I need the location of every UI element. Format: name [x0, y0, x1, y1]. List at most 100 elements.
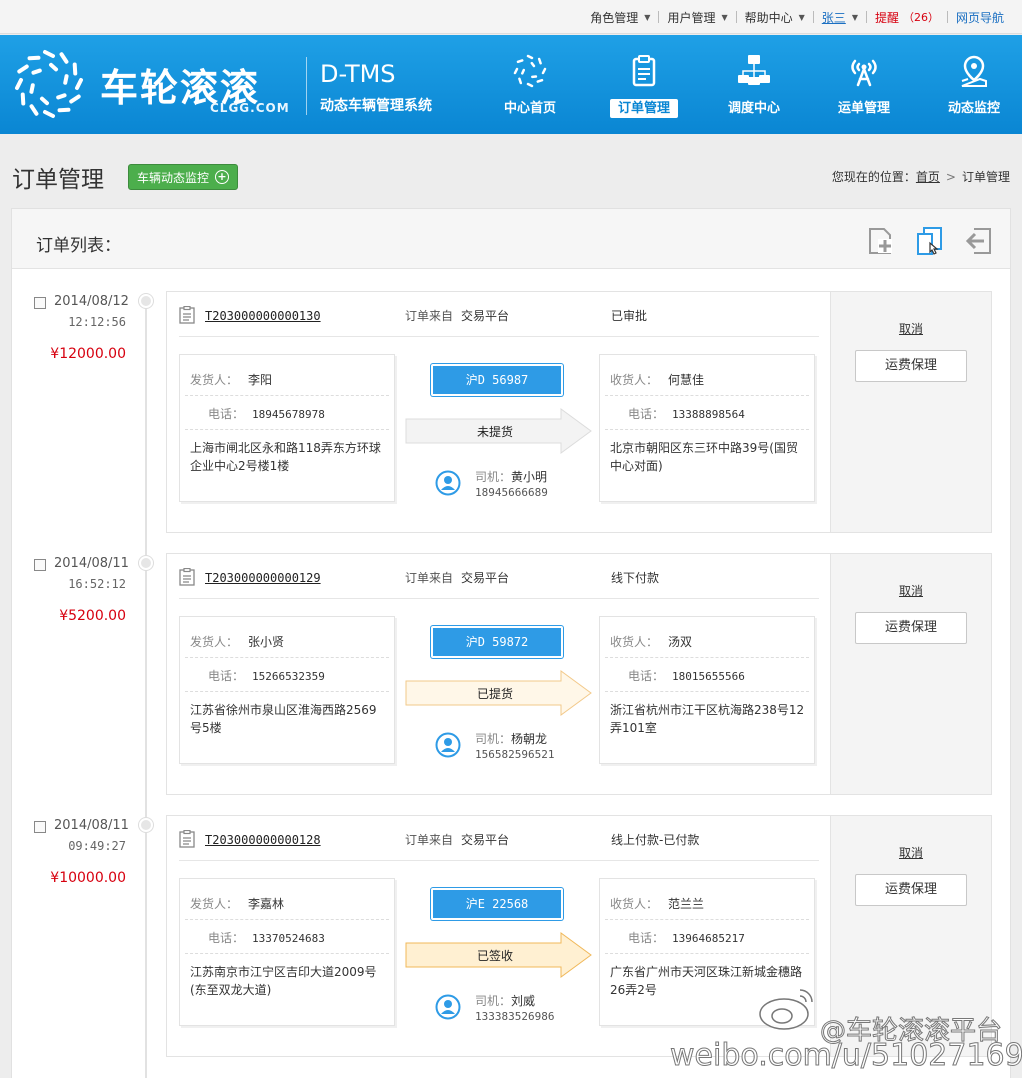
caret-down-icon: ▼ [851, 12, 858, 22]
cancel-link[interactable]: 取消 [831, 320, 991, 337]
cancel-link[interactable]: 取消 [831, 844, 991, 861]
delivery-status: 未提货 [405, 408, 593, 454]
sender-address: 上海市闸北区永和路118弄东方环球企业中心2号楼1楼 [190, 441, 381, 473]
nav-home[interactable]: 中心首页 [480, 35, 580, 134]
order-date: 2014/08/11 [54, 818, 129, 833]
receiver-box: 收货人： 何慧佳 电话： 13388898564 北京市朝阳区东三环中路39号(国贸… [599, 354, 815, 502]
order-number-link[interactable]: T203000000000130 [205, 309, 321, 323]
phone-label: 电话： [208, 931, 245, 945]
receiver-name: 汤双 [668, 635, 693, 649]
delivery-status-label: 未提货 [476, 425, 513, 439]
freight-factoring-button[interactable]: 运费保理 [855, 612, 967, 644]
source-value: 交易平台 [461, 309, 510, 323]
menu-user-management[interactable]: 用户管理 ▼ [659, 9, 735, 26]
breadcrumb-home-link[interactable]: 首页 [916, 170, 940, 184]
delivery-status: 已提货 [405, 670, 593, 716]
breadcrumb-current: 订单管理 [961, 170, 1010, 184]
plate-number-badge[interactable]: 沪E 22568 [431, 888, 563, 920]
divider [179, 860, 819, 861]
sender-name: 李嘉林 [248, 897, 285, 911]
divider [306, 57, 307, 115]
clipboard-icon [632, 55, 656, 87]
divider [185, 429, 389, 430]
order-card-main: T203000000000129 订单来自 交易平台 线下付款 发货人： 张小贤 … [167, 554, 831, 794]
sender-label: 发货人： [190, 897, 239, 911]
nav-order-management[interactable]: 订单管理 [594, 35, 694, 134]
sender-phone-row: 电话： 13370524683 [208, 929, 325, 946]
order-card: T203000000000130 订单来自 交易平台 已审批 发货人： 李阳 电话… [166, 291, 992, 533]
nav-label-text: 调度中心 [727, 101, 780, 116]
network-icon [738, 55, 770, 85]
delivery-status: 已签收 [405, 932, 593, 978]
breadcrumb-prefix: 您现在的位置： [831, 170, 916, 184]
product-subtitle: 动态车辆管理系统 [320, 98, 432, 114]
site-nav-link[interactable]: 网页导航 [948, 9, 1012, 26]
logo-wheel-icon[interactable] [12, 47, 86, 121]
nav-dynamic-monitor[interactable]: 动态监控 [924, 35, 1022, 134]
driver-label: 司机： [475, 470, 512, 484]
timeline-dot [139, 818, 153, 832]
sender-box: 发货人： 李阳 电话： 18945678978 上海市闸北区永和路118弄东方环球企… [179, 354, 395, 502]
caret-down-icon: ▼ [798, 12, 805, 22]
vehicle-monitor-button[interactable]: 车辆动态监控 + [128, 164, 239, 190]
driver-phone: 18945666689 [475, 486, 548, 499]
driver-avatar-icon [435, 732, 461, 758]
document-icon [179, 830, 195, 848]
phone-label: 电话： [208, 669, 245, 683]
order-number-link[interactable]: T203000000000128 [205, 833, 321, 847]
receiver-address: 广东省广州市天河区珠江新城金穗路26弄2号 [610, 965, 803, 997]
order-checkbox[interactable] [34, 559, 46, 571]
order-checkbox[interactable] [34, 821, 46, 833]
plate-number-badge[interactable]: 沪D 56987 [431, 364, 563, 396]
order-time: 09:49:27 [68, 839, 126, 853]
product-name: D-TMS [320, 60, 396, 88]
divider [605, 657, 809, 658]
freight-factoring-button[interactable]: 运费保理 [855, 874, 967, 906]
receiver-row: 收货人： 汤双 [610, 633, 692, 650]
driver-label: 司机： [475, 994, 512, 1008]
source-label: 订单来自 [405, 571, 454, 585]
sender-box: 发货人： 李嘉林 电话： 13370524683 江苏南京市江宁区吉印大道2009号… [179, 878, 395, 1026]
menu-role-management[interactable]: 角色管理 ▼ [582, 9, 658, 26]
order-checkbox[interactable] [34, 297, 46, 309]
receiver-label: 收货人： [610, 897, 659, 911]
divider [605, 919, 809, 920]
receiver-phone-row: 电话： 13964685217 [628, 929, 745, 946]
add-order-icon[interactable] [864, 225, 896, 257]
reminder-link[interactable]: 提醒 （26） [867, 9, 947, 26]
order-price: ¥12000.00 [50, 346, 126, 362]
source-label: 订单来自 [405, 833, 454, 847]
order-item: 2014/08/11 16:52:12 ¥5200.00 T2030000000… [12, 553, 1010, 795]
freight-factoring-button[interactable]: 运费保理 [855, 350, 967, 382]
plate-number-badge[interactable]: 沪D 59872 [431, 626, 563, 658]
receiver-row: 收货人： 何慧佳 [610, 371, 704, 388]
receiver-address: 浙江省杭州市江干区杭海路238号12弄101室 [610, 703, 805, 735]
cancel-link[interactable]: 取消 [831, 582, 991, 599]
user-name: 张三 [821, 10, 846, 25]
import-order-icon[interactable] [964, 225, 996, 257]
sender-phone-row: 电话： 18945678978 [208, 405, 325, 422]
copy-order-icon[interactable] [914, 225, 946, 257]
nav-label-text: 运单管理 [837, 101, 890, 116]
driver-phone: 133383526986 [475, 1010, 555, 1023]
divider [605, 395, 809, 396]
source-value: 交易平台 [461, 571, 510, 585]
order-status: 线上付款-已付款 [611, 833, 700, 847]
menu-help-center[interactable]: 帮助中心 ▼ [737, 9, 813, 26]
order-actions: 取消 运费保理 [830, 816, 991, 1056]
receiver-row: 收货人： 范兰兰 [610, 895, 704, 912]
nav-dispatch-center[interactable]: 调度中心 [704, 35, 804, 134]
document-icon [179, 306, 195, 324]
nav-waybill-management[interactable]: 运单管理 [814, 35, 914, 134]
driver-avatar-icon [435, 994, 461, 1020]
user-menu[interactable]: 张三 ▼ [814, 9, 866, 26]
breadcrumb: 您现在的位置：首页 > 订单管理 [832, 168, 1010, 185]
timeline-dot [139, 556, 153, 570]
order-date: 2014/08/12 [54, 294, 129, 309]
receiver-address: 北京市朝阳区东三环中路39号(国贸中心对面) [610, 441, 798, 473]
order-number-link[interactable]: T203000000000129 [205, 571, 321, 585]
nav-label: 中心首页 [480, 97, 580, 116]
header: 车轮滚滚 CLGG.COM D-TMS 动态车辆管理系统 中心首页 订单管理 调… [0, 35, 1022, 134]
divider [185, 691, 389, 692]
order-date: 2014/08/11 [54, 556, 129, 571]
